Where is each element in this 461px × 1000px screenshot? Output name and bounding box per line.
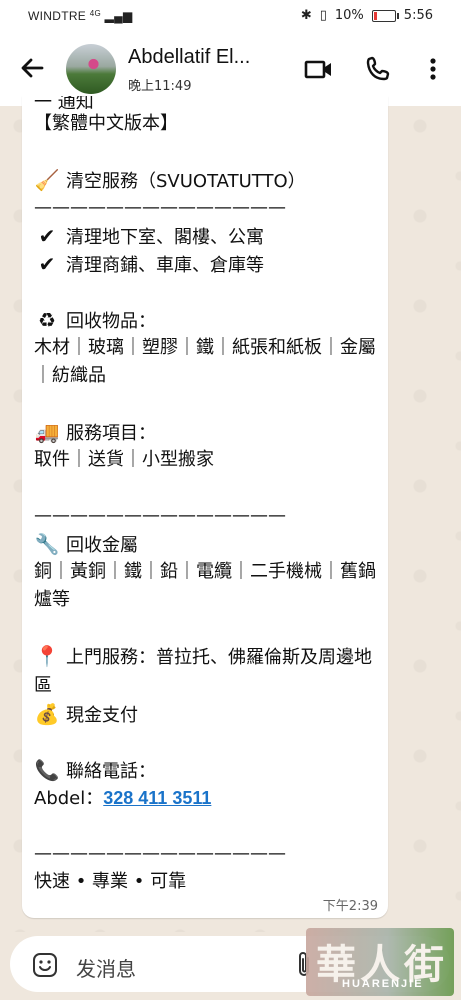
message-text[interactable]: 一 通知 【繁體中文版本】 🧹 清空服務（SVUOTATUTTO） —————————… bbox=[34, 96, 378, 896]
emoji-glyph: 📍 bbox=[34, 644, 60, 668]
status-bar: WINDTRE 4G ▂▄▆ ✱ ▯ 10% 5:56 bbox=[0, 0, 461, 34]
battery-icon bbox=[371, 9, 399, 22]
message-line: —————————————— bbox=[34, 502, 378, 530]
line-text: —————————————— bbox=[34, 843, 286, 864]
message-line: 🧹 清空服務（SVUOTATUTTO） bbox=[34, 166, 378, 194]
status-right: ✱ ▯ 10% 5:56 bbox=[301, 8, 433, 23]
message-line: 木材｜玻璃｜塑膠｜鐵｜紙張和紙板｜金屬｜紡織品 bbox=[34, 334, 378, 390]
signal-icon: ▂▄▆ bbox=[104, 9, 133, 23]
cut-off-line: 一 通知 bbox=[34, 96, 94, 110]
line-text: 清理地下室、閣樓、公寓 bbox=[66, 227, 264, 248]
bluetooth-icon: ✱ bbox=[300, 8, 312, 23]
network-type: 4G bbox=[89, 9, 102, 18]
emoji-glyph: 🔧 bbox=[34, 532, 60, 556]
contact-name[interactable]: Abdellatif El... bbox=[128, 46, 250, 69]
line-text: —————————————— bbox=[34, 505, 286, 526]
emoji-glyph: ✔ bbox=[38, 224, 56, 248]
line-text: 銅｜黃銅｜鐵｜鉛｜電纜｜二手機械｜舊鍋爐等 bbox=[34, 561, 376, 610]
phone-number-link[interactable]: 328 411 3511 bbox=[103, 788, 211, 808]
voice-call-icon[interactable] bbox=[364, 54, 394, 84]
line-text: 現金支付 bbox=[66, 705, 138, 726]
message-line: 📍 上門服務：普拉托、佛羅倫斯及周邊地區 bbox=[34, 642, 378, 700]
watermark-subtext: HUARENJIE bbox=[342, 978, 424, 990]
message-line: 取件｜送貨｜小型搬家 bbox=[34, 446, 378, 474]
emoji-glyph: 🧹 bbox=[34, 168, 60, 192]
emoji-glyph: 🚚 bbox=[34, 420, 60, 444]
line-text: 清理商鋪、車庫、倉庫等 bbox=[66, 255, 264, 276]
line-text: 回收物品： bbox=[66, 311, 156, 332]
message-line: 銅｜黃銅｜鐵｜鉛｜電纜｜二手機械｜舊鍋爐等 bbox=[34, 558, 378, 614]
back-arrow-icon[interactable] bbox=[18, 54, 46, 82]
clock: 5:56 bbox=[403, 8, 433, 23]
emoji-glyph: ♻ bbox=[38, 308, 56, 332]
last-seen: 晚上11:49 bbox=[128, 79, 192, 94]
message-line: 🔧 回收金屬 bbox=[34, 530, 378, 558]
line-text: 清空服務（SVUOTATUTTO） bbox=[66, 171, 306, 192]
emoji-glyph: 📞 bbox=[34, 758, 60, 782]
message-line: ♻ 回收物品： bbox=[34, 306, 378, 334]
message-line: 【繁體中文版本】 bbox=[34, 110, 378, 138]
phone-prefix: Abdel： bbox=[34, 788, 104, 809]
video-call-icon[interactable] bbox=[304, 54, 334, 84]
contact-avatar[interactable] bbox=[66, 44, 116, 94]
more-vert-icon[interactable] bbox=[418, 54, 448, 84]
emoji-glyph: 💰 bbox=[34, 702, 60, 726]
battery-percent: 10% bbox=[334, 8, 364, 23]
line-text: 服務項目： bbox=[66, 423, 156, 444]
message-line: 💰 現金支付 bbox=[34, 700, 378, 728]
vibrate-icon: ▯ bbox=[319, 8, 327, 23]
line-text: 快速 • 專業 • 可靠 bbox=[34, 871, 187, 892]
line-text: 聯絡電話： bbox=[66, 761, 156, 782]
line-text: 取件｜送貨｜小型搬家 bbox=[34, 449, 214, 470]
emoji-glyph: ✔ bbox=[38, 252, 56, 276]
message-line: —————————————— bbox=[34, 194, 378, 222]
message-line: —————————————— bbox=[34, 840, 378, 868]
message-line: ✔ 清理商鋪、車庫、倉庫等 bbox=[34, 250, 378, 278]
message-line: 快速 • 專業 • 可靠 bbox=[34, 868, 378, 896]
message-line: Abdel：328 411 3511 bbox=[34, 784, 378, 812]
line-text: 【繁體中文版本】 bbox=[34, 113, 178, 134]
input-placeholder[interactable]: 发消息 bbox=[76, 953, 136, 982]
line-text: —————————————— bbox=[34, 197, 286, 218]
message-time: 下午2:39 bbox=[322, 899, 378, 914]
watermark-logo: 華人街 HUARENJIE bbox=[306, 928, 454, 996]
message-line: 📞 聯絡電話： bbox=[34, 756, 378, 784]
message-line: ✔ 清理地下室、閣樓、公寓 bbox=[34, 222, 378, 250]
message-line: 🚚 服務項目： bbox=[34, 418, 378, 446]
line-text: 木材｜玻璃｜塑膠｜鐵｜紙張和紙板｜金屬｜紡織品 bbox=[34, 337, 376, 386]
carrier-label: WINDTRE 4G ▂▄▆ bbox=[28, 9, 133, 23]
message-bubble[interactable]: 一 通知 【繁體中文版本】 🧹 清空服務（SVUOTATUTTO） —————————… bbox=[22, 96, 388, 918]
line-text: 上門服務：普拉托、佛羅倫斯及周邊地區 bbox=[34, 647, 372, 696]
emoji-icon[interactable] bbox=[32, 952, 58, 978]
line-text: 回收金屬 bbox=[66, 535, 138, 556]
